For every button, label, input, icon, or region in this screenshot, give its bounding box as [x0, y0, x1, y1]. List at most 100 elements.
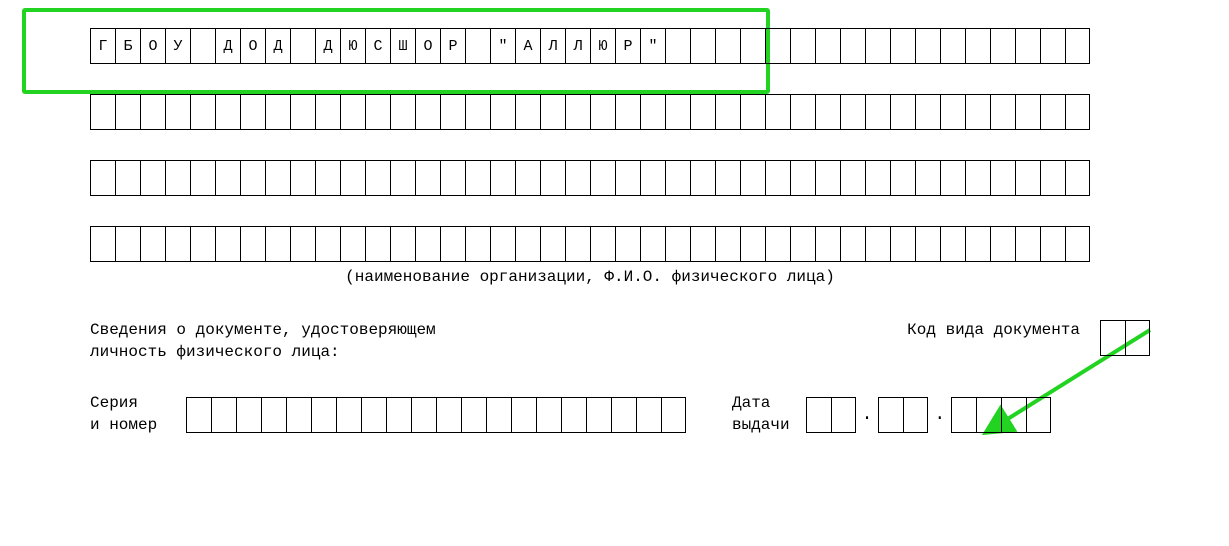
form-cell[interactable] — [165, 227, 190, 261]
form-cell[interactable] — [336, 398, 361, 432]
form-cell[interactable] — [140, 161, 165, 195]
form-cell[interactable] — [365, 161, 390, 195]
form-cell[interactable] — [940, 227, 965, 261]
form-cell[interactable] — [590, 227, 615, 261]
form-cell[interactable]: Ю — [340, 29, 365, 63]
form-cell[interactable] — [361, 398, 386, 432]
form-cell[interactable]: Ш — [390, 29, 415, 63]
form-cell[interactable] — [890, 29, 915, 63]
form-cell[interactable] — [965, 29, 990, 63]
form-cell[interactable] — [515, 95, 540, 129]
form-cell[interactable] — [211, 398, 236, 432]
form-cell[interactable] — [461, 398, 486, 432]
form-cell[interactable]: " — [490, 29, 515, 63]
form-cell[interactable] — [976, 398, 1001, 432]
form-cell[interactable]: Л — [540, 29, 565, 63]
form-cell[interactable] — [365, 95, 390, 129]
form-cell[interactable] — [915, 161, 940, 195]
form-cell[interactable]: Р — [615, 29, 640, 63]
form-cell[interactable]: Б — [115, 29, 140, 63]
form-cell[interactable] — [90, 227, 115, 261]
form-cell[interactable] — [715, 227, 740, 261]
form-cell[interactable] — [840, 29, 865, 63]
form-cell[interactable]: О — [240, 29, 265, 63]
form-cell[interactable] — [615, 95, 640, 129]
form-cell[interactable] — [815, 161, 840, 195]
form-cell[interactable] — [740, 227, 765, 261]
form-cell[interactable] — [831, 398, 856, 432]
form-cell[interactable] — [806, 398, 831, 432]
form-cell[interactable] — [386, 398, 411, 432]
form-cell[interactable] — [436, 398, 461, 432]
form-cell[interactable] — [311, 398, 336, 432]
form-cell[interactable] — [890, 161, 915, 195]
form-cell[interactable] — [515, 227, 540, 261]
form-cell[interactable]: " — [640, 29, 665, 63]
form-cell[interactable] — [465, 161, 490, 195]
org-name-row-1[interactable]: ГБОУДОДДЮСШОР"АЛЛЮР" — [90, 28, 1090, 64]
form-cell[interactable] — [1065, 227, 1090, 261]
form-cell[interactable] — [315, 161, 340, 195]
form-cell[interactable] — [765, 227, 790, 261]
form-cell[interactable] — [903, 398, 928, 432]
form-cell[interactable] — [840, 161, 865, 195]
form-cell[interactable]: Р — [440, 29, 465, 63]
form-cell[interactable] — [1125, 321, 1150, 355]
form-cell[interactable] — [440, 227, 465, 261]
form-cell[interactable] — [715, 29, 740, 63]
form-cell[interactable] — [486, 398, 511, 432]
form-cell[interactable] — [640, 227, 665, 261]
form-cell[interactable] — [915, 95, 940, 129]
form-cell[interactable] — [90, 161, 115, 195]
form-cell[interactable] — [690, 29, 715, 63]
form-cell[interactable] — [340, 161, 365, 195]
form-cell[interactable] — [340, 227, 365, 261]
form-cell[interactable] — [290, 161, 315, 195]
form-cell[interactable] — [365, 227, 390, 261]
form-cell[interactable]: Д — [215, 29, 240, 63]
form-cell[interactable]: Д — [265, 29, 290, 63]
form-cell[interactable] — [890, 227, 915, 261]
form-cell[interactable] — [1015, 161, 1040, 195]
form-cell[interactable] — [665, 227, 690, 261]
form-cell[interactable] — [815, 95, 840, 129]
form-cell[interactable] — [615, 227, 640, 261]
form-cell[interactable] — [865, 161, 890, 195]
form-cell[interactable] — [265, 227, 290, 261]
form-cell[interactable] — [140, 227, 165, 261]
form-cell[interactable] — [878, 398, 903, 432]
form-cell[interactable] — [240, 161, 265, 195]
form-cell[interactable] — [1065, 29, 1090, 63]
form-cell[interactable] — [490, 161, 515, 195]
form-cell[interactable]: А — [515, 29, 540, 63]
form-cell[interactable] — [215, 95, 240, 129]
form-cell[interactable] — [815, 227, 840, 261]
form-cell[interactable] — [690, 95, 715, 129]
org-name-row-4[interactable] — [90, 226, 1090, 262]
form-cell[interactable] — [1026, 398, 1051, 432]
form-cell[interactable] — [265, 95, 290, 129]
form-cell[interactable] — [940, 29, 965, 63]
form-cell[interactable] — [740, 29, 765, 63]
form-cell[interactable] — [790, 29, 815, 63]
form-cell[interactable] — [965, 95, 990, 129]
form-cell[interactable] — [790, 95, 815, 129]
form-cell[interactable] — [315, 95, 340, 129]
form-cell[interactable]: Л — [565, 29, 590, 63]
form-cell[interactable] — [390, 161, 415, 195]
form-cell[interactable] — [165, 161, 190, 195]
org-name-row-2[interactable] — [90, 94, 1090, 130]
form-cell[interactable] — [715, 95, 740, 129]
form-cell[interactable] — [236, 398, 261, 432]
form-cell[interactable] — [665, 95, 690, 129]
form-cell[interactable] — [790, 227, 815, 261]
form-cell[interactable] — [665, 161, 690, 195]
form-cell[interactable] — [536, 398, 561, 432]
form-cell[interactable] — [265, 161, 290, 195]
form-cell[interactable] — [661, 398, 686, 432]
form-cell[interactable] — [590, 95, 615, 129]
issue-date-day[interactable] — [806, 397, 856, 433]
form-cell[interactable] — [140, 95, 165, 129]
form-cell[interactable] — [586, 398, 611, 432]
form-cell[interactable] — [765, 161, 790, 195]
